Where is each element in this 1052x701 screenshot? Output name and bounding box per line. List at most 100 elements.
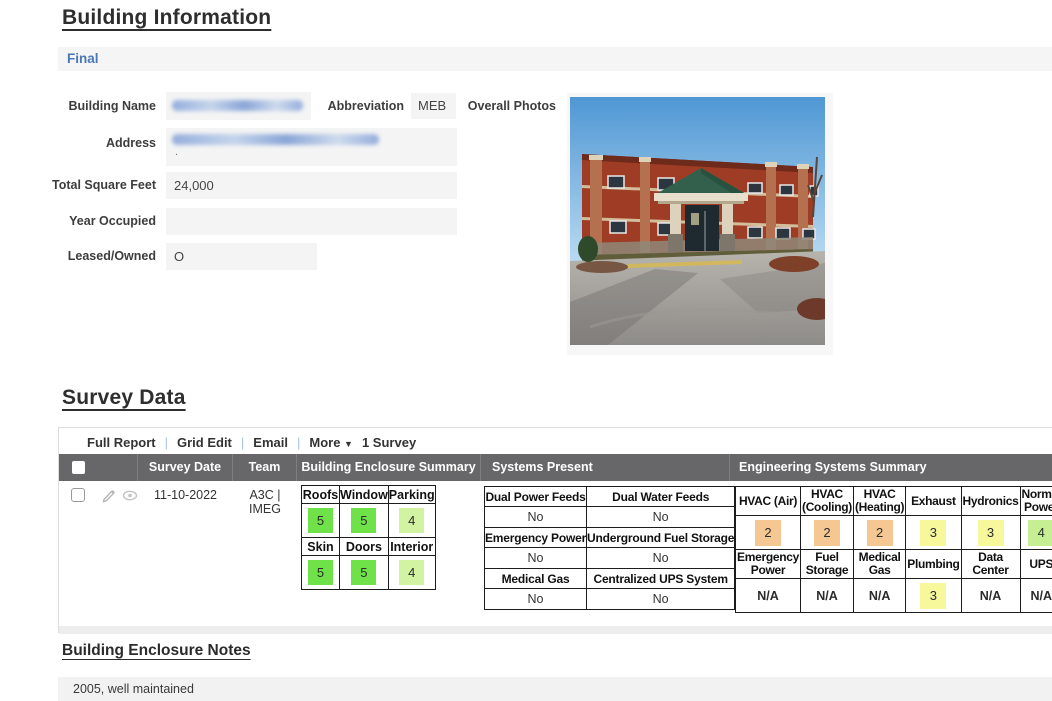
toolbar-separator: |: [241, 435, 244, 450]
engineering-header: HVAC (Heating): [853, 487, 905, 516]
engineering-header: Emergency Power: [736, 550, 801, 579]
score-badge: N/A: [978, 583, 1004, 609]
engineering-header: HVAC (Cooling): [801, 487, 854, 516]
building-name-field[interactable]: [166, 92, 311, 120]
engineering-header: Plumbing: [906, 550, 961, 579]
abbreviation-label: Abbreviation: [300, 92, 404, 120]
survey-toolbar: Full Report | Grid Edit | Email | More ▼…: [87, 431, 416, 454]
building-information-title[interactable]: Building Information: [62, 6, 271, 30]
system-value: No: [485, 589, 587, 610]
grid-header-row: Survey Date Team Building Enclosure Summ…: [59, 454, 1052, 481]
survey-grid: Full Report | Grid Edit | Email | More ▼…: [58, 427, 1052, 633]
grid-edit-link[interactable]: Grid Edit: [177, 435, 232, 450]
engineering-header: UPS: [1020, 550, 1052, 579]
building-enclosure-notes-bar: 2005, well maintained: [58, 677, 1052, 701]
edit-icon[interactable]: [101, 488, 117, 503]
building-photo[interactable]: [570, 97, 825, 345]
engineering-header: Hydronics: [961, 487, 1020, 516]
more-menu[interactable]: More ▼: [309, 435, 353, 450]
score-badge: 3: [978, 520, 1004, 546]
toolbar-separator: |: [165, 435, 168, 450]
full-report-link[interactable]: Full Report: [87, 435, 156, 450]
column-team[interactable]: Team: [233, 454, 297, 481]
horizontal-scrollbar[interactable]: [59, 626, 1052, 634]
system-header: Dual Water Feeds: [587, 487, 735, 507]
overall-photo-container: [567, 93, 833, 355]
system-value: No: [485, 548, 587, 569]
status-label: Final: [67, 51, 99, 66]
year-occupied-value: [166, 214, 174, 229]
engineering-header: HVAC (Air): [736, 487, 801, 516]
total-square-feet-label: Total Square Feet: [20, 172, 156, 199]
survey-count: 1 Survey: [362, 435, 416, 450]
address-field[interactable]: .: [166, 128, 457, 166]
score-badge: 4: [399, 508, 424, 533]
score-badge: N/A: [867, 583, 893, 609]
chevron-down-icon: ▼: [344, 439, 353, 449]
column-building-enclosure-summary[interactable]: Building Enclosure Summary: [297, 454, 481, 481]
select-all-column: [59, 454, 138, 481]
enclosure-header: Doors: [340, 538, 389, 556]
systems-present-table: Dual Power Feeds Dual Water Feeds No No …: [484, 486, 735, 610]
email-link[interactable]: Email: [253, 435, 288, 450]
select-all-checkbox[interactable]: [72, 461, 85, 474]
system-header: Dual Power Feeds: [485, 487, 587, 507]
score-badge: 5: [308, 508, 333, 533]
score-badge: 5: [351, 560, 376, 585]
column-systems-present[interactable]: Systems Present: [481, 454, 730, 481]
enclosure-header: Roofs: [302, 486, 340, 504]
engineering-header: Normal Power: [1020, 487, 1052, 516]
year-occupied-field[interactable]: [166, 208, 457, 235]
leased-owned-field[interactable]: O: [166, 243, 317, 270]
redacted-address: [172, 134, 379, 145]
score-badge: 5: [308, 560, 333, 585]
leased-owned-value: O: [166, 249, 184, 264]
score-badge: 2: [755, 520, 781, 546]
view-icon[interactable]: [122, 488, 138, 503]
score-badge: 3: [920, 583, 946, 609]
leased-owned-label: Leased/Owned: [20, 243, 156, 270]
engineering-header: Data Center: [961, 550, 1020, 579]
system-header: Medical Gas: [485, 569, 587, 589]
total-square-feet-field[interactable]: 24,000: [166, 172, 457, 199]
address-line2: .: [175, 146, 178, 158]
score-badge: 3: [920, 520, 946, 546]
system-value: No: [587, 589, 735, 610]
system-value: No: [587, 507, 735, 528]
building-name-label: Building Name: [20, 92, 156, 120]
system-header: Centralized UPS System: [587, 569, 735, 589]
engineering-header: Exhaust: [906, 487, 961, 516]
score-badge: 4: [1028, 520, 1052, 546]
overall-photos-label: Overall Photos: [452, 92, 556, 120]
more-label: More: [309, 435, 340, 450]
system-value: No: [485, 507, 587, 528]
score-badge: N/A: [814, 583, 840, 609]
abbreviation-field[interactable]: MEB: [411, 93, 456, 119]
page: Building Information Final Building Name…: [0, 0, 1052, 701]
score-badge: N/A: [755, 583, 781, 609]
system-header: Underground Fuel Storage: [587, 528, 735, 548]
total-square-feet-value: 24,000: [166, 178, 214, 193]
building-enclosure-table: Roofs Window Parking 5 5 4 Skin Doors In…: [301, 485, 436, 590]
enclosure-header: Skin: [302, 538, 340, 556]
score-badge: N/A: [1028, 583, 1052, 609]
score-badge: 4: [399, 560, 424, 585]
survey-data-title[interactable]: Survey Data: [62, 386, 186, 410]
toolbar-separator: |: [297, 435, 300, 450]
column-engineering-systems-summary[interactable]: Engineering Systems Summary: [730, 454, 1052, 481]
system-value: No: [587, 548, 735, 569]
column-survey-date[interactable]: Survey Date: [138, 454, 233, 481]
row-checkbox[interactable]: [71, 488, 85, 502]
system-header: Emergency Power: [485, 528, 587, 548]
engineering-header: Medical Gas: [853, 550, 905, 579]
engineering-summary-table: HVAC (Air) HVAC (Cooling) HVAC (Heating)…: [735, 486, 1052, 613]
enclosure-header: Window: [340, 486, 389, 504]
building-enclosure-notes-title[interactable]: Building Enclosure Notes: [62, 642, 251, 660]
year-occupied-label: Year Occupied: [20, 208, 156, 235]
address-label: Address: [20, 128, 156, 158]
redacted-building-name: [172, 100, 303, 111]
abbreviation-value: MEB: [411, 98, 446, 113]
team-value: A3C | IMEG: [233, 488, 297, 516]
notes-text: 2005, well maintained: [73, 682, 194, 696]
status-bar: Final: [58, 47, 1052, 71]
